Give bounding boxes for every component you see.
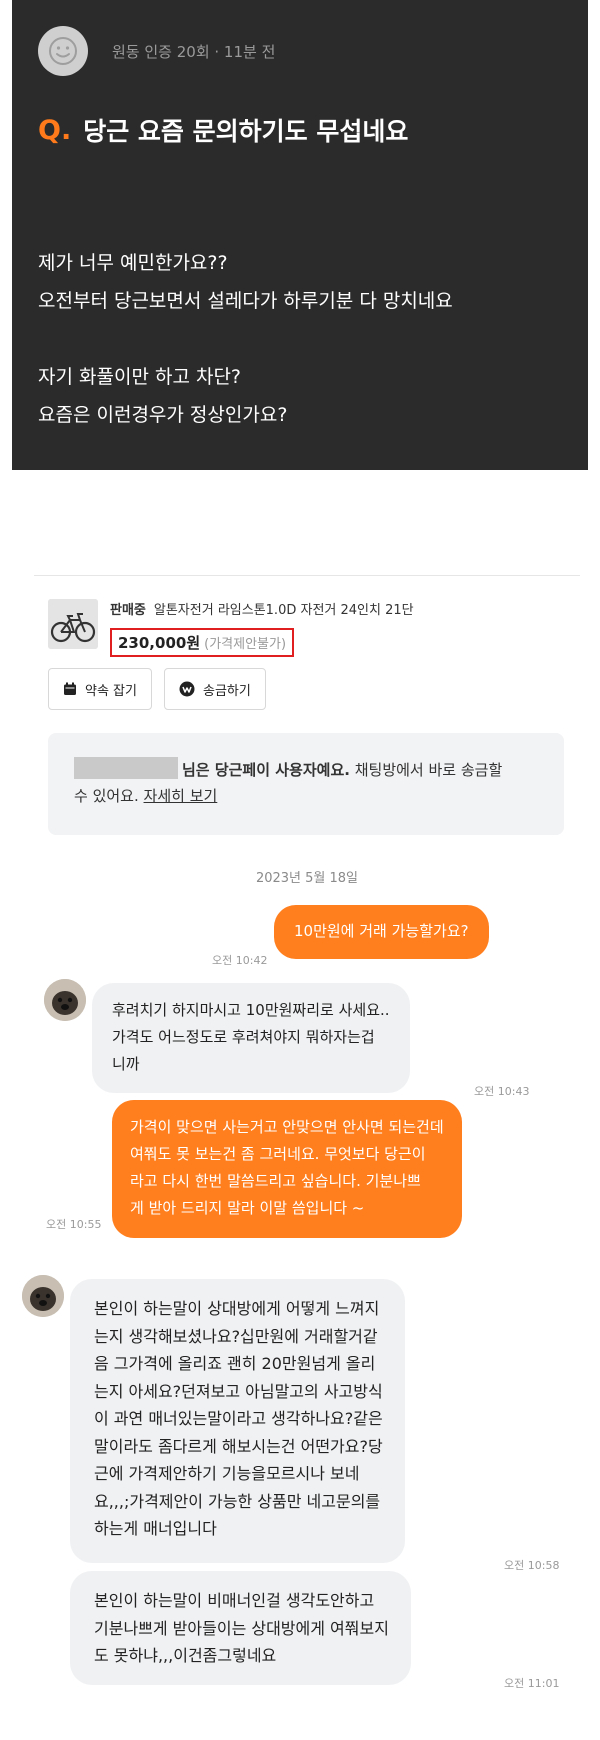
message-bubble-out[interactable]: 10만원에 거래 가능할가요? (274, 905, 489, 959)
message-line: 음 그가격에 올리죠 괜히 20만원넘게 올리 (94, 1354, 376, 1373)
message-bubble-in[interactable]: 본인이 하는말이 상대방에게 어떻게 느껴지 는지 생각해보셨나요?십만원에 거… (70, 1279, 405, 1563)
product-name: 알톤자전거 라임스톤1.0D 자전거 24인치 21단 (153, 603, 414, 618)
post-title: Q. 당근 요즘 문의하기도 무섭네요 (38, 112, 408, 148)
message-bubble-out[interactable]: 가격이 맞으면 사는거고 안맞으면 안사면 되는건데 여쭤도 못 보는건 좀 그… (112, 1100, 462, 1238)
product-price: 230,000원 (118, 634, 201, 652)
message-bubble-in[interactable]: 후려치기 하지마시고 10만원짜리로 사세요.. 가격도 어느정도로 후려쳐야지… (92, 983, 410, 1093)
message-line: 는지 생각해보셨나요?십만원에 거래할거같 (94, 1326, 378, 1346)
message-line: 가격도 어느정도로 후려쳐야지 뭐하자는겁 (112, 1028, 375, 1046)
pay-icon (179, 681, 195, 697)
redacted-username (74, 757, 178, 779)
post-card: 원동 인증 20회 · 11분 전 Q. 당근 요즘 문의하기도 무섭네요 제가… (12, 0, 588, 470)
details-link[interactable]: 자세히 보기 (144, 787, 218, 805)
message-line: 니까 (112, 1055, 140, 1073)
notice-bold: 님은 당근페이 사용자예요. (182, 761, 350, 779)
message-time: 오전 10:42 (212, 954, 268, 967)
post-body: 제가 너무 예민한가요?? 오전부터 당근보면서 설레다가 하루기분 다 망치네… (38, 244, 453, 434)
post-body-line: 자기 화풀이만 하고 차단? (38, 366, 242, 388)
message-line: 본인이 하는말이 상대방에게 어떻게 느껴지 (94, 1299, 380, 1318)
message-line: 기분나쁘게 받아들이는 상대방에게 여쭤보지 (94, 1618, 389, 1638)
message-time: 오전 11:01 (504, 1677, 560, 1690)
pay-notice: 님은 당근페이 사용자예요. 채팅방에서 바로 송금할 수 있어요. 자세히 보… (48, 733, 564, 835)
message-line: 후려치기 하지마시고 10만원짜리로 사세요.. (112, 1001, 390, 1019)
smiley-icon (49, 37, 77, 65)
calendar-icon (63, 682, 77, 696)
message-time: 오전 10:58 (504, 1559, 560, 1572)
message-time: 오전 10:43 (474, 1085, 530, 1098)
price-highlight: 230,000원 (가격제안불가) (110, 628, 295, 657)
chat-screen: 판매중 알톤자전거 라임스톤1.0D 자전거 24인치 21단 230,000원(… (22, 575, 580, 1740)
sender-avatar[interactable] (44, 979, 86, 1021)
dog-avatar-icon (44, 979, 86, 1021)
message-line: 근에 가격제안하기 기능을모르시나 보네 (94, 1464, 360, 1483)
message-line: 본인이 하는말이 비매너인걸 생각도안하고 (94, 1591, 375, 1610)
post-header: 원동 인증 20회 · 11분 전 (38, 26, 275, 76)
post-meta: 원동 인증 20회 · 11분 전 (112, 42, 276, 61)
bicycle-icon (48, 599, 98, 649)
message-line: 가격이 맞으면 사는거고 안맞으면 안사면 되는건데 (130, 1118, 444, 1136)
post-body-line: 요즘은 이런경우가 정상인가요? (38, 404, 288, 426)
message-line: 이 과연 매너있는말이라고 생각하나요?같은 (94, 1409, 383, 1428)
message-line: 말이라도 좀다르게 해보시는건 어떤가요?당 (94, 1436, 383, 1456)
post-body-line: 오전부터 당근보면서 설레다가 하루기분 다 망치네요 (38, 290, 453, 312)
message-line: 요,,,;가격제안이 가능한 상품만 네고문의를 (94, 1491, 381, 1511)
message-time: 오전 10:55 (46, 1218, 102, 1231)
sender-avatar[interactable] (22, 1275, 64, 1317)
appointment-button[interactable]: 약속 잡기 (48, 668, 152, 710)
message-bubble-in[interactable]: 본인이 하는말이 비매너인걸 생각도안하고 기분나쁘게 받아들이는 상대방에게 … (70, 1571, 411, 1685)
sale-status: 판매중 (110, 603, 146, 618)
author-avatar[interactable] (38, 26, 88, 76)
notice-text-line2: 수 있어요. (74, 787, 139, 805)
transfer-button[interactable]: 송금하기 (163, 668, 266, 710)
message-line: 도 못하냐,,,이건좀그렇네요 (94, 1646, 277, 1665)
price-note: (가격제안불가) (204, 637, 287, 652)
message-line: 여쭤도 못 보는건 좀 그러네요. 무엇보다 당근이 (130, 1145, 426, 1163)
message-line: 게 받아 드리지 말라 이말 씀입니다 ~ (130, 1199, 365, 1217)
message-line: 하는게 매너입니다 (94, 1519, 217, 1538)
message-line: 라고 다시 한번 말씀드리고 싶습니다. 기분나쁘 (130, 1172, 421, 1190)
post-body-line: 제가 너무 예민한가요?? (38, 252, 228, 274)
message-line: 10만원에 거래 가능할가요? (294, 922, 469, 940)
message-line: 는지 아세요?던져보고 아님말고의 사고방식 (94, 1381, 383, 1401)
product-thumbnail (48, 599, 98, 649)
dog-avatar-icon (22, 1275, 64, 1317)
chat-actions: 약속 잡기 송금하기 (48, 668, 266, 710)
product-summary[interactable]: 판매중 알톤자전거 라임스톤1.0D 자전거 24인치 21단 230,000원(… (48, 599, 414, 657)
question-marker: Q. (38, 114, 72, 146)
notice-text: 채팅방에서 바로 송금할 (349, 761, 503, 779)
appointment-label: 약속 잡기 (85, 683, 137, 699)
date-divider: 2023년 5월 18일 (255, 871, 359, 886)
post-title-text: 당근 요즘 문의하기도 무섭네요 (83, 117, 409, 146)
transfer-label: 송금하기 (202, 683, 251, 699)
